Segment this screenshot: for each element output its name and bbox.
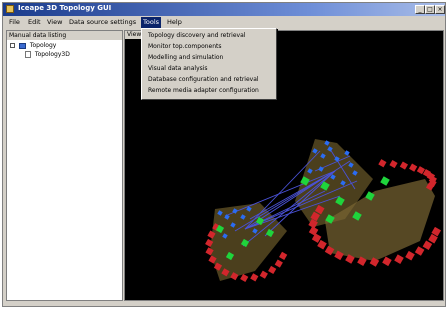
tools-menu-item-monitor[interactable]: Monitor top.components — [148, 43, 222, 51]
tree-label: Topology — [29, 42, 57, 49]
server-node[interactable] — [389, 159, 398, 169]
minimize-button[interactable]: _ — [415, 5, 425, 14]
menu-edit[interactable]: Edit — [26, 17, 43, 28]
server-node[interactable] — [414, 246, 425, 256]
tools-menu-item-database[interactable]: Database configuration and retrieval — [148, 76, 259, 84]
menu-bar: File Edit View Data source settings Tool… — [3, 17, 445, 28]
tree-panel-header: Manual data listing — [7, 31, 122, 40]
tools-menu-item-topology-discovery[interactable]: Topology discovery and retrieval — [148, 32, 245, 40]
menu-tools[interactable]: Tools — [141, 17, 162, 28]
title-bar[interactable]: Iceape 3D Topology GUI _ □ × — [3, 3, 445, 16]
app-icon — [6, 5, 14, 13]
close-button[interactable]: × — [435, 5, 445, 14]
folder-icon — [18, 42, 26, 49]
server-node[interactable] — [268, 265, 277, 275]
server-node[interactable] — [240, 273, 249, 283]
tree-item-topology[interactable]: Topology — [10, 42, 56, 50]
menu-file[interactable]: File — [7, 17, 22, 28]
server-node[interactable] — [405, 250, 415, 261]
server-node[interactable] — [378, 159, 387, 168]
switch-node[interactable] — [380, 176, 390, 186]
expand-icon[interactable] — [10, 43, 15, 48]
server-node[interactable] — [394, 254, 404, 264]
server-node[interactable] — [274, 259, 283, 268]
tools-menu-item-remote-adapter[interactable]: Remote media adapter configuration — [148, 87, 259, 95]
tree-item-topology3d[interactable]: Topology3D — [25, 51, 70, 59]
tools-menu-item-modelling[interactable]: Modelling and simulation — [148, 54, 223, 62]
tools-menu-item-visual-analysis[interactable]: Visual data analysis — [148, 65, 208, 73]
server-node[interactable] — [409, 163, 418, 172]
tree-label: Topology3D — [34, 51, 70, 58]
menu-view[interactable]: View — [45, 17, 64, 28]
server-node[interactable] — [259, 270, 268, 279]
server-node[interactable] — [422, 240, 433, 251]
server-node[interactable] — [382, 256, 392, 267]
maximize-button[interactable]: □ — [425, 5, 435, 14]
menu-data-source-settings[interactable]: Data source settings — [67, 17, 138, 28]
file-icon — [25, 51, 31, 58]
status-bar — [3, 302, 445, 306]
server-node[interactable] — [250, 273, 259, 282]
server-node[interactable] — [399, 161, 409, 170]
tools-dropdown-menu: Topology discovery and retrieval Monitor… — [141, 28, 277, 100]
menu-help[interactable]: Help — [165, 17, 184, 28]
tree-panel: Manual data listing Topology Topology3D — [6, 30, 123, 301]
window-title: Iceape 3D Topology GUI — [18, 4, 112, 12]
app-window: Iceape 3D Topology GUI _ □ × File Edit V… — [2, 2, 446, 307]
server-node[interactable] — [279, 251, 288, 260]
